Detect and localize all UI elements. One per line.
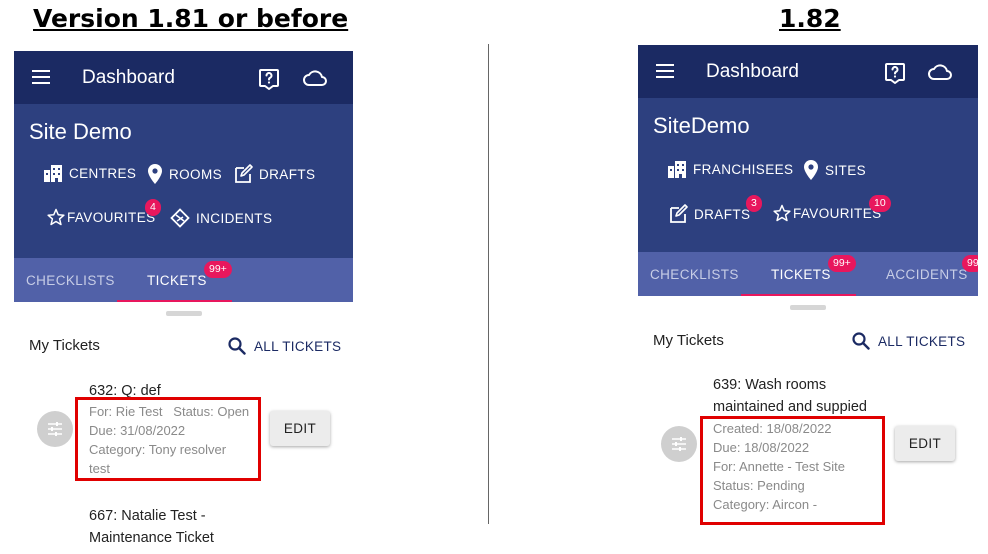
nav-sites-label: SITES	[825, 162, 867, 178]
nav-favourites[interactable]: FAVOURITES	[47, 208, 156, 226]
nav-rooms-label: ROOMS	[169, 166, 223, 182]
nav-franchisees-label: FRANCHISEES	[693, 161, 794, 177]
drafts-badge: 3	[746, 195, 762, 212]
incidents-icon	[170, 208, 190, 228]
tab-bar: CHECKLISTS TICKETS 99+	[14, 258, 353, 302]
nav-drafts-label: DRAFTS	[259, 166, 316, 182]
all-tickets-link[interactable]: ALL TICKETS	[228, 337, 341, 355]
menu-icon[interactable]	[32, 70, 50, 84]
search-icon	[852, 332, 870, 350]
tune-icon	[672, 437, 686, 451]
ticket-title[interactable]: 639: Wash rooms	[713, 374, 826, 396]
search-icon	[228, 337, 246, 355]
app-title: Dashboard	[82, 67, 175, 88]
help-icon[interactable]	[883, 60, 907, 84]
nav-rooms[interactable]: ROOMS	[147, 164, 222, 184]
all-tickets-link[interactable]: ALL TICKETS	[852, 332, 965, 350]
nav-drafts[interactable]: DRAFTS	[233, 164, 315, 184]
site-name: SiteDemo	[653, 113, 750, 138]
ticket-avatar	[661, 426, 697, 462]
comparison-divider	[488, 44, 489, 524]
nav-incidents[interactable]: INCIDENTS	[170, 208, 272, 228]
tickets-badge: 99+	[828, 255, 856, 272]
location-pin-icon	[148, 164, 162, 184]
tab-tickets[interactable]: TICKETS	[771, 267, 831, 282]
active-tab-indicator	[741, 294, 856, 296]
nav-drafts-label: DRAFTS	[694, 206, 751, 222]
nav-incidents-label: INCIDENTS	[196, 210, 273, 226]
building-icon	[44, 165, 62, 182]
help-icon[interactable]	[257, 66, 281, 90]
all-tickets-label: ALL TICKETS	[254, 338, 342, 354]
site-name: Site Demo	[29, 119, 132, 144]
star-icon	[47, 208, 65, 226]
building-icon	[668, 161, 686, 178]
site-panel: SiteDemo FRANCHISEES SITES DRAFTS 3 FAVO…	[638, 98, 978, 252]
tab-checklists[interactable]: CHECKLISTS	[650, 267, 739, 282]
nav-drafts[interactable]: DRAFTS	[668, 204, 750, 224]
app-bar: Dashboard	[638, 45, 978, 98]
drag-handle[interactable]	[166, 311, 202, 316]
edit-note-icon	[235, 164, 253, 183]
edit-button[interactable]: EDIT	[270, 411, 330, 446]
menu-icon[interactable]	[656, 64, 674, 78]
cloud-icon[interactable]	[927, 61, 953, 83]
tab-checklists[interactable]: CHECKLISTS	[26, 273, 115, 288]
ticket-title-cont: Maintenance Ticket	[89, 530, 214, 546]
tune-icon	[48, 422, 62, 436]
location-pin-icon	[804, 160, 818, 180]
ticket-avatar	[37, 411, 73, 447]
nav-centres-label: CENTRES	[69, 165, 137, 181]
drag-handle[interactable]	[790, 305, 826, 310]
highlight-box-left	[75, 397, 261, 481]
active-tab-indicator	[117, 300, 232, 302]
edit-button[interactable]: EDIT	[895, 426, 955, 461]
my-tickets-heading: My Tickets	[653, 332, 724, 349]
accidents-badge: 99	[962, 255, 978, 272]
nav-favourites[interactable]: FAVOURITES	[773, 204, 882, 222]
tab-tickets[interactable]: TICKETS	[147, 273, 207, 288]
highlight-box-right	[700, 416, 885, 525]
star-icon	[773, 204, 791, 222]
nav-sites[interactable]: SITES	[803, 160, 866, 180]
left-version-heading: Version 1.81 or before	[33, 4, 349, 33]
app-bar: Dashboard	[14, 51, 353, 104]
site-panel: Site Demo CENTRES ROOMS DRAFTS FAVOURITE…	[14, 104, 353, 258]
ticket-title[interactable]: 667: Natalie Test -	[89, 505, 206, 527]
favourites-badge: 4	[145, 199, 161, 216]
favourites-badge: 10	[869, 195, 891, 212]
tickets-badge: 99+	[204, 261, 232, 278]
nav-favourites-label: FAVOURITES	[67, 209, 156, 225]
nav-franchisees[interactable]: FRANCHISEES	[667, 160, 793, 178]
tab-bar: CHECKLISTS TICKETS 99+ ACCIDENTS 99	[638, 252, 978, 296]
app-title: Dashboard	[706, 61, 799, 82]
my-tickets-heading: My Tickets	[29, 337, 100, 354]
all-tickets-label: ALL TICKETS	[878, 333, 966, 349]
tab-accidents[interactable]: ACCIDENTS	[886, 267, 968, 282]
nav-centres[interactable]: CENTRES	[43, 164, 136, 182]
edit-note-icon	[670, 204, 688, 223]
right-version-heading: 1.82	[779, 4, 841, 33]
cloud-icon[interactable]	[302, 67, 328, 89]
nav-favourites-label: FAVOURITES	[793, 205, 882, 221]
ticket-title-cont: maintained and suppied	[713, 399, 867, 415]
